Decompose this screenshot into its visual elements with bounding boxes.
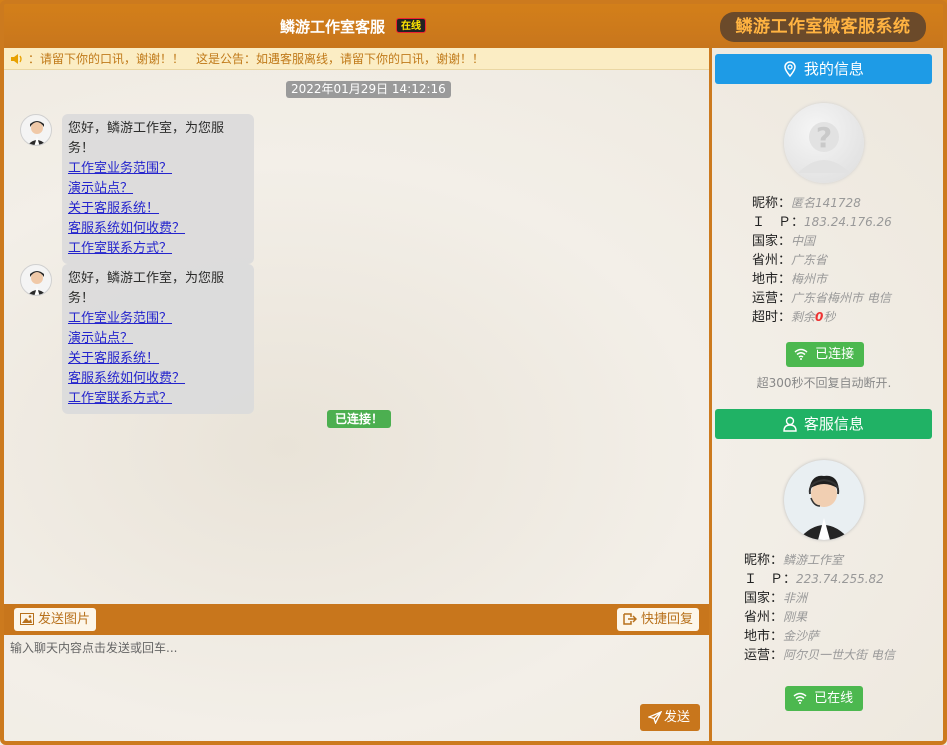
window-frame [0, 0, 947, 745]
